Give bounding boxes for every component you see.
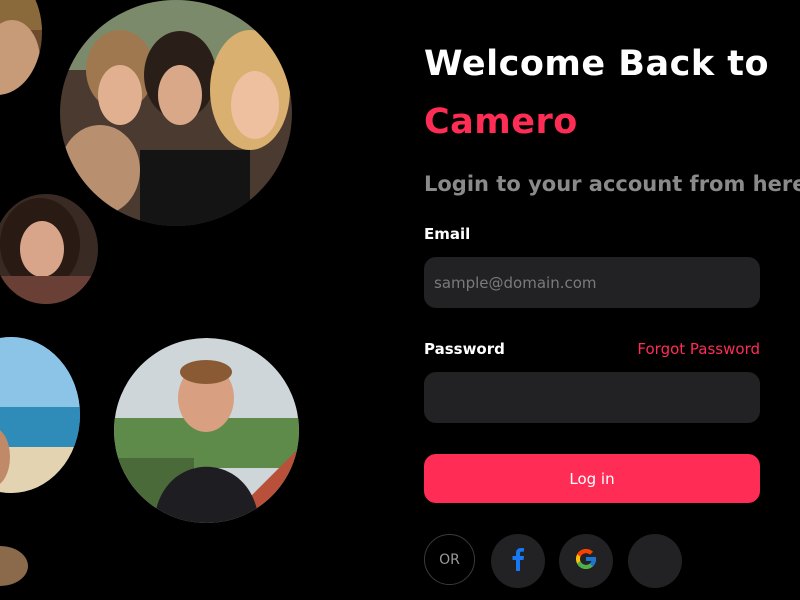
email-label: Email	[424, 225, 471, 243]
login-panel: Welcome Back to Camero Login to your acc…	[424, 0, 800, 600]
password-label: Password	[424, 340, 505, 358]
man-selfie-photo	[114, 338, 299, 523]
forgot-password-link[interactable]: Forgot Password	[637, 340, 760, 358]
brand-title: Camero	[424, 102, 578, 142]
photo-circle-partial-bottom	[0, 546, 28, 586]
or-separator: OR	[424, 534, 475, 585]
google-login-button[interactable]	[559, 534, 613, 588]
apple-login-button[interactable]	[628, 534, 682, 588]
email-field[interactable]	[424, 257, 760, 308]
facebook-icon	[511, 547, 525, 575]
login-page: Welcome Back to Camero Login to your acc…	[0, 0, 800, 600]
portrait-photo	[0, 194, 98, 304]
login-subtitle: Login to your account from here	[424, 172, 800, 196]
group-selfie-photo	[60, 0, 292, 226]
password-field[interactable]	[424, 372, 760, 423]
beach-photo	[0, 337, 80, 493]
welcome-title: Welcome Back to	[424, 44, 770, 84]
facebook-login-button[interactable]	[491, 534, 545, 588]
login-button[interactable]: Log in	[424, 454, 760, 503]
photo-circle-partial	[0, 0, 42, 95]
google-icon	[574, 547, 598, 575]
